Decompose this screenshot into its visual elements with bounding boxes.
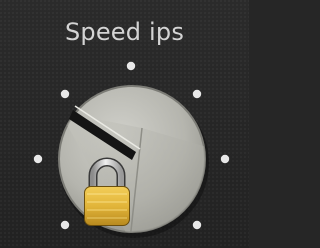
lock-icon bbox=[84, 157, 130, 226]
control-panel: Speed ips bbox=[0, 0, 249, 248]
